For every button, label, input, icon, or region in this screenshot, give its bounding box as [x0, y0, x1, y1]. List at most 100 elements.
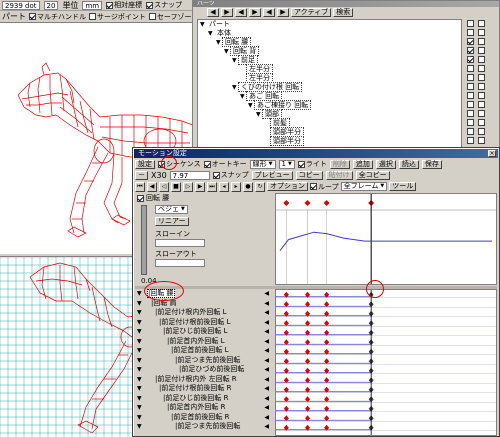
nav-down-button[interactable]: ▶ [249, 8, 261, 17]
track-key-arrow-icon[interactable]: ◀ [264, 327, 269, 336]
nav-prev-button[interactable]: ◀ [207, 8, 219, 17]
visible-checkbox[interactable] [467, 83, 474, 90]
safe-zone-toggle[interactable]: セーフゾーン [148, 12, 198, 22]
frame-range-select[interactable]: 全フレーム ▼ [340, 182, 388, 191]
checkbox-icon[interactable] [137, 194, 144, 202]
curve-graph[interactable] [275, 193, 497, 285]
visible-checkbox[interactable] [467, 110, 474, 117]
motion-title-bar[interactable]: モーション設定 × [134, 149, 498, 158]
track-row[interactable]: ▼ |前足ひじ前後回転 R ◀ [135, 394, 271, 403]
track-key-arrow-icon[interactable]: ◀ [264, 422, 269, 431]
track-expand-icon[interactable]: ▼ [137, 337, 142, 346]
lock-checkbox[interactable] [478, 128, 485, 135]
lock-checkbox[interactable] [478, 137, 485, 144]
track-expand-icon[interactable]: ▼ [137, 356, 142, 365]
keyframe-marker[interactable] [323, 200, 330, 206]
slow-in-slider[interactable] [155, 239, 205, 247]
lock-checkbox[interactable] [478, 110, 485, 117]
nav-right-button[interactable]: ▶ [277, 8, 289, 17]
next-key-icon[interactable]: ▶ [195, 181, 205, 192]
key-prev-icon[interactable]: ◂ [219, 181, 229, 192]
track-list[interactable]: ▼ |回転 腰 ◀ ▼ |回転 肩 ◀ ▼ |前足付け根内外回転 L ◀ ▼ |前足付け根前後回転 … [135, 289, 271, 436]
track-expand-icon[interactable]: ▼ [137, 308, 142, 317]
stop-icon[interactable]: ■ [171, 181, 181, 192]
curve-type-select[interactable]: ベジェ ▼ [155, 205, 188, 214]
visible-checkbox[interactable] [467, 47, 474, 54]
visible-checkbox[interactable] [467, 29, 474, 36]
slow-out-slider[interactable] [155, 259, 205, 267]
track-row[interactable]: ▼ |前足ひづめ前後回転 ◀ [135, 365, 271, 374]
nav-next-button[interactable]: ▶ [221, 8, 233, 17]
track-row[interactable]: ▼ |前足首前後回転 L ◀ [135, 346, 271, 355]
track-key-arrow-icon[interactable]: ◀ [264, 356, 269, 365]
key-next-icon[interactable]: ▸ [231, 181, 241, 192]
track-timeline[interactable] [275, 289, 497, 436]
lock-checkbox[interactable] [478, 92, 485, 99]
track-expand-icon[interactable]: ▼ [137, 289, 142, 298]
visible-checkbox[interactable] [467, 92, 474, 99]
track-key-arrow-icon[interactable]: ◀ [264, 337, 269, 346]
lock-checkbox[interactable] [478, 74, 485, 81]
play-icon[interactable]: ▷ [183, 181, 193, 192]
track-key-arrow-icon[interactable]: ◀ [264, 375, 269, 384]
visible-checkbox[interactable] [467, 65, 474, 72]
track-row[interactable]: ▼ |前足付け根内外回転 L ◀ [135, 308, 271, 317]
lock-checkbox[interactable] [478, 83, 485, 90]
add-key-button[interactable]: 追加 [352, 159, 373, 169]
track-expand-icon[interactable]: ▼ [137, 375, 142, 384]
play-back-icon[interactable]: ◁ [159, 181, 169, 192]
track-row[interactable]: ▼ |回転 腰 ◀ [135, 289, 271, 298]
active-button[interactable]: アクティブ [291, 8, 332, 17]
track-key-arrow-icon[interactable]: ◀ [264, 346, 269, 355]
visible-checkbox[interactable] [467, 128, 474, 135]
interpolation-select[interactable]: 線形 ▼ [249, 159, 276, 169]
track-key-arrow-icon[interactable]: ◀ [264, 299, 269, 308]
lock-checkbox[interactable] [478, 20, 485, 27]
lock-checkbox[interactable] [478, 47, 485, 54]
snap-toggle[interactable]: スナップ [146, 0, 182, 10]
keyframe-marker[interactable] [283, 200, 290, 206]
visible-checkbox[interactable] [467, 38, 474, 45]
record-icon[interactable]: ● [243, 181, 253, 192]
read-button[interactable]: 読込 [398, 159, 419, 169]
part-tab[interactable]: パート [2, 11, 26, 22]
interp-count-select[interactable]: 1 ▼ [278, 159, 295, 169]
track-expand-icon[interactable]: ▼ [137, 413, 142, 422]
track-key-arrow-icon[interactable]: ◀ [264, 318, 269, 327]
settings-button[interactable]: 設定 [135, 159, 155, 169]
track-key-arrow-icon[interactable]: ◀ [264, 384, 269, 393]
light-toggle[interactable]: ライト [297, 159, 327, 169]
track-key-arrow-icon[interactable]: ◀ [264, 413, 269, 422]
lock-checkbox[interactable] [478, 65, 485, 72]
track-row[interactable]: ▼ |前足ひじ前後回転 L ◀ [135, 327, 271, 336]
snap-toggle-motion[interactable]: スナップ [212, 170, 249, 180]
track-key-arrow-icon[interactable]: ◀ [264, 289, 269, 298]
delete-key-button[interactable]: 削除 [329, 159, 350, 169]
track-row[interactable]: ▼ |前足付け根前後回転 R ◀ [135, 384, 271, 393]
tools-button[interactable]: ツール [389, 182, 417, 191]
lock-checkbox[interactable] [478, 119, 485, 126]
nav-up-button[interactable]: ◀ [235, 8, 247, 17]
prev-key-icon[interactable]: ◀ [147, 181, 157, 192]
sequence-toggle[interactable]: シーケンス [158, 159, 201, 169]
linear-button[interactable]: リニアー [155, 217, 189, 226]
auto-key-toggle[interactable]: オートキー [203, 159, 247, 169]
visible-checkbox[interactable] [467, 74, 474, 81]
visible-checkbox[interactable] [467, 20, 474, 27]
zoom-out-button[interactable]: － [135, 170, 148, 180]
track-row[interactable]: ▼ |回転 肩 ◀ [135, 299, 271, 308]
motion-curve[interactable] [279, 231, 492, 252]
lock-checkbox[interactable] [478, 101, 485, 108]
track-row[interactable]: ▼ |前足首内外回転 L ◀ [135, 337, 271, 346]
track-row[interactable]: ▼ |前足つま先前後回転 ◀ [135, 356, 271, 365]
track-key-arrow-icon[interactable]: ◀ [264, 394, 269, 403]
search-button[interactable]: 検索 [333, 8, 354, 17]
track-key-arrow-icon[interactable]: ◀ [264, 365, 269, 374]
track-row[interactable]: ▼ |前足付け根前後回転 L ◀ [135, 318, 271, 327]
visible-checkbox[interactable] [467, 137, 474, 144]
copy-button[interactable]: コピー [295, 170, 323, 180]
visible-checkbox[interactable] [467, 101, 474, 108]
visible-checkbox[interactable] [467, 56, 474, 63]
track-expand-icon[interactable]: ▼ [137, 384, 142, 393]
tree-node[interactable]: 頭部半分 [264, 136, 304, 146]
